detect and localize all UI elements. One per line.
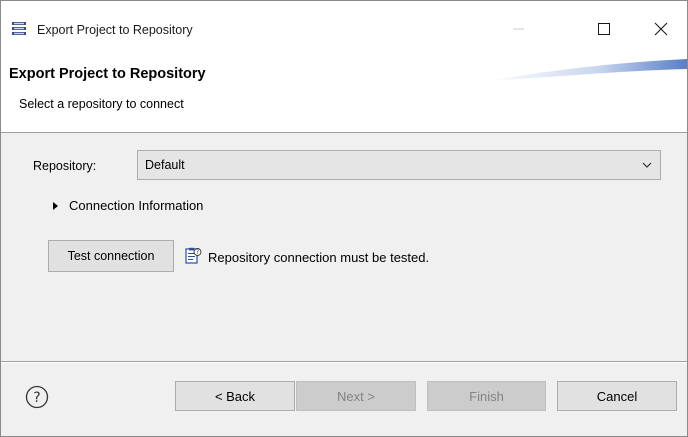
minimize-icon — [513, 28, 524, 30]
next-button[interactable]: Next > — [296, 381, 416, 411]
help-icon[interactable]: ? — [25, 385, 49, 409]
close-icon — [654, 22, 668, 36]
test-connection-button[interactable]: Test connection — [48, 240, 174, 272]
footer-divider-highlight — [1, 362, 687, 363]
svg-text:?: ? — [33, 390, 40, 406]
maximize-icon — [598, 23, 610, 35]
repository-select[interactable]: Default — [137, 150, 661, 180]
title-bar[interactable]: Export Project to Repository — [1, 1, 687, 53]
window-title: Export Project to Repository — [37, 23, 193, 37]
info-clipboard-icon: ? — [185, 247, 202, 264]
wizard-banner: Export Project to Repository Select a re… — [1, 53, 687, 133]
expand-triangle-icon — [53, 201, 58, 210]
banner-swoosh-graphic — [487, 59, 687, 81]
svg-text:?: ? — [196, 249, 199, 256]
close-button[interactable] — [638, 11, 684, 47]
export-dialog-window: Export Project to Repository Export Proj… — [0, 0, 688, 437]
connection-status-message: Repository connection must be tested. — [208, 250, 430, 265]
cancel-button[interactable]: Cancel — [557, 381, 677, 411]
maximize-button[interactable] — [581, 11, 627, 47]
back-button[interactable]: < Back — [175, 381, 295, 411]
finish-button[interactable]: Finish — [427, 381, 546, 411]
chevron-down-icon — [642, 162, 652, 168]
connection-information-toggle[interactable]: Connection Information — [53, 198, 203, 213]
repository-label: Repository: — [33, 159, 97, 173]
export-wizard-icon — [12, 22, 26, 35]
repository-select-value: Default — [145, 158, 185, 172]
page-title: Export Project to Repository — [9, 66, 206, 82]
wizard-content: Repository: Default Connection Informati… — [1, 134, 687, 361]
connection-information-label: Connection Information — [69, 198, 204, 213]
minimize-button[interactable] — [496, 11, 542, 47]
page-description: Select a repository to connect — [19, 97, 184, 111]
